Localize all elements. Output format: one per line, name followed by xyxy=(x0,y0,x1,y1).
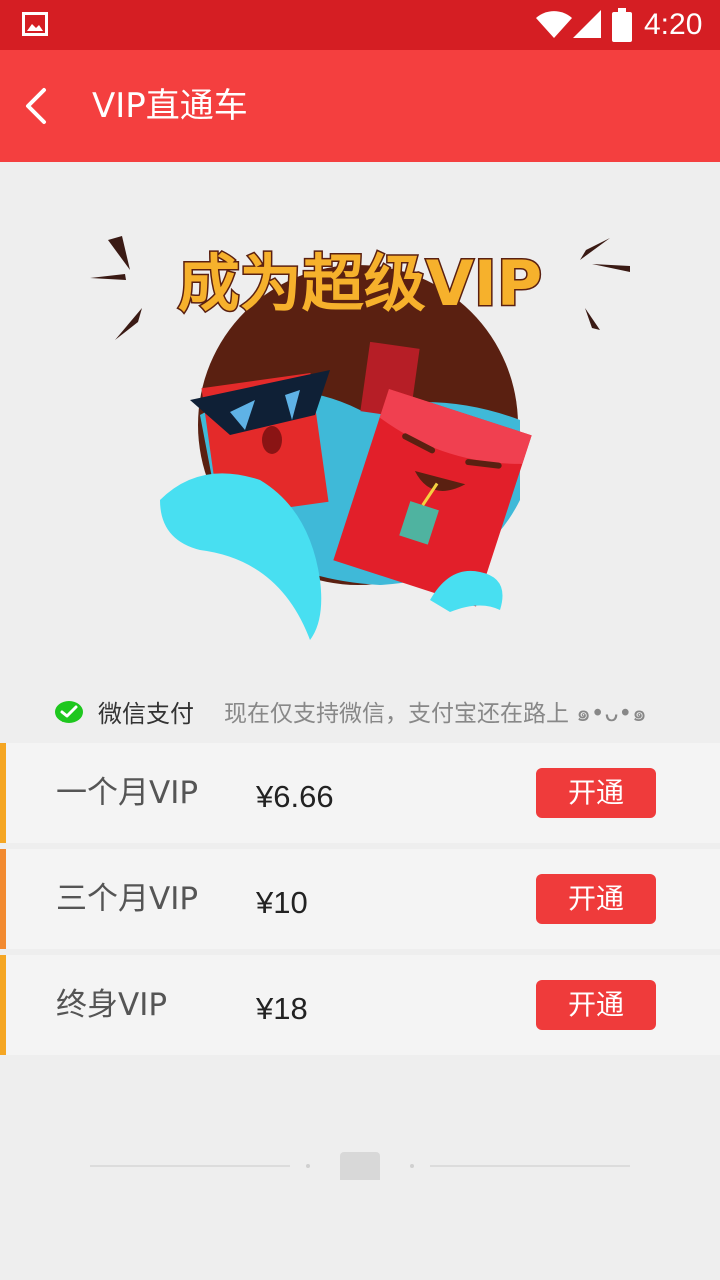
footer-divider xyxy=(90,1150,630,1182)
plan-row-one-month: 一个月VIP ¥6.66 开通 xyxy=(0,743,720,843)
back-button[interactable] xyxy=(14,82,62,130)
activate-button-three-months[interactable]: 开通 xyxy=(536,874,656,924)
signal-icon xyxy=(573,10,601,38)
plan-price: ¥10 xyxy=(256,885,308,920)
divider-dot xyxy=(306,1164,310,1168)
divider-line-right xyxy=(430,1165,630,1167)
banner-headline: 成为超级VIP xyxy=(178,247,543,320)
divider-line-left xyxy=(90,1165,290,1167)
plan-accent-bar xyxy=(0,743,6,843)
activate-button-lifetime[interactable]: 开通 xyxy=(536,980,656,1030)
plan-accent-bar xyxy=(0,955,6,1055)
plan-name: 终身VIP xyxy=(56,987,168,1023)
footer-box-icon xyxy=(340,1152,380,1180)
status-bar: 4:20 xyxy=(0,0,720,50)
plan-price: ¥18 xyxy=(256,991,308,1026)
wechat-pay-icon xyxy=(55,701,83,723)
clock: 4:20 xyxy=(644,8,703,41)
plan-row-three-months: 三个月VIP ¥10 开通 xyxy=(0,849,720,949)
app-bar: VIP直通车 xyxy=(0,50,720,162)
payment-method-label: 微信支付 xyxy=(98,700,194,728)
gallery-icon xyxy=(22,12,48,36)
payment-method-row: 微信支付 现在仅支持微信，支付宝还在路上 ๑•ᴗ•๑ xyxy=(54,692,694,736)
plan-row-lifetime: 终身VIP ¥18 开通 xyxy=(0,955,720,1055)
plan-name: 三个月VIP xyxy=(56,881,199,917)
payment-note: 现在仅支持微信，支付宝还在路上 ๑•ᴗ•๑ xyxy=(224,701,647,727)
vip-banner-illustration: 成为超级VIP xyxy=(90,236,630,640)
plan-name: 一个月VIP xyxy=(56,775,199,811)
plan-accent-bar xyxy=(0,849,6,949)
page-title: VIP直通车 xyxy=(92,86,248,126)
divider-dot xyxy=(410,1164,414,1168)
battery-icon xyxy=(612,8,632,42)
plan-price: ¥6.66 xyxy=(256,779,334,814)
wifi-icon xyxy=(536,11,572,38)
chevron-left-icon xyxy=(26,88,46,124)
activate-button-one-month[interactable]: 开通 xyxy=(536,768,656,818)
